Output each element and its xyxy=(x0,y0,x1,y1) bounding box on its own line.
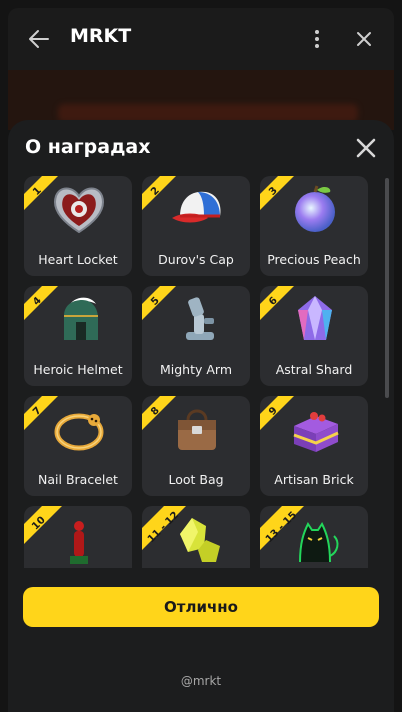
bag-icon xyxy=(178,409,216,450)
ok-button[interactable]: Отлично xyxy=(23,587,379,627)
neon-cat-icon xyxy=(299,522,339,563)
footer-handle: @mrkt xyxy=(180,674,222,688)
close-icon[interactable] xyxy=(356,138,376,158)
vertical-dots-icon[interactable] xyxy=(314,29,320,49)
oscar-statue-icon xyxy=(70,521,88,564)
reward-card[interactable]: 13 - 15 xyxy=(260,506,368,568)
app-title: MRKT xyxy=(70,25,132,47)
helmet-icon xyxy=(64,297,98,340)
top-bar: MRKT xyxy=(8,8,394,70)
heart-locket-icon xyxy=(54,187,104,234)
reward-card[interactable]: 11 - 12 xyxy=(142,506,250,568)
bracelet-icon xyxy=(54,413,104,451)
reward-label: Durov's Cap xyxy=(158,252,234,267)
yellow-gems-icon xyxy=(180,518,220,562)
reward-label: Loot Bag xyxy=(168,472,224,487)
reward-label: Precious Peach xyxy=(267,252,361,267)
grid-scrollbar[interactable] xyxy=(385,178,389,568)
reward-card[interactable]: 1 Heart Locket xyxy=(24,176,132,276)
reward-card[interactable]: 9 Artisan Brick xyxy=(260,396,368,496)
peach-icon xyxy=(295,185,335,232)
reward-card[interactable]: 5 Mighty Arm xyxy=(142,286,250,386)
close-icon[interactable] xyxy=(356,31,372,47)
reward-label: Heart Locket xyxy=(38,252,118,267)
app-screen: MRKT О наградах 1 Heart Locket 2 Durov's… xyxy=(0,0,402,712)
sheet-title: О наградах xyxy=(25,136,151,158)
reward-label: Heroic Helmet xyxy=(33,362,123,377)
reward-label: Mighty Arm xyxy=(159,362,233,377)
reward-label: Artisan Brick xyxy=(274,472,354,487)
arrow-left-icon[interactable] xyxy=(28,29,50,49)
crystal-icon xyxy=(298,296,332,340)
reward-card[interactable]: 2 Durov's Cap xyxy=(142,176,250,276)
reward-card[interactable]: 10 xyxy=(24,506,132,568)
scrollbar-thumb[interactable] xyxy=(385,178,389,398)
reward-card[interactable]: 6 Astral Shard xyxy=(260,286,368,386)
rewards-grid[interactable]: 1 Heart Locket 2 Durov's Cap 3 Precious … xyxy=(24,176,380,568)
reward-card[interactable]: 8 Loot Bag xyxy=(142,396,250,496)
cap-icon xyxy=(172,191,221,223)
reward-card[interactable]: 3 Precious Peach xyxy=(260,176,368,276)
reward-label: Nail Bracelet xyxy=(38,472,118,487)
reward-card[interactable]: 7 Nail Bracelet xyxy=(24,396,132,496)
robot-arm-icon xyxy=(186,297,214,340)
reward-card[interactable]: 4 Heroic Helmet xyxy=(24,286,132,386)
cake-icon xyxy=(293,412,339,452)
rewards-sheet: О наградах 1 Heart Locket 2 Durov's Cap … xyxy=(8,120,394,712)
reward-label: Astral Shard xyxy=(275,362,353,377)
